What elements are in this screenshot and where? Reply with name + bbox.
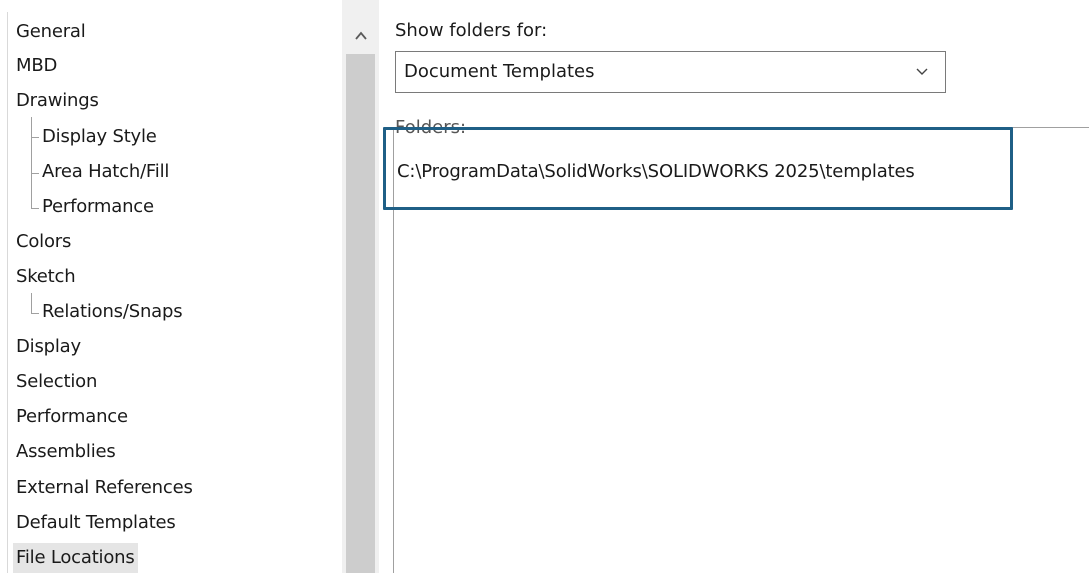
tree-item-relations-snaps[interactable]: Relations/Snaps — [42, 297, 183, 327]
tree-item-display-style[interactable]: Display Style — [42, 122, 157, 152]
tree-connector — [31, 137, 39, 138]
chevron-up-icon — [354, 31, 367, 40]
show-folders-label: Show folders for: — [395, 20, 548, 41]
tree-item-area-hatch-fill[interactable]: Area Hatch/Fill — [42, 157, 169, 187]
tree-item-display[interactable]: Display — [16, 332, 81, 362]
tree-item-sketch[interactable]: Sketch — [16, 262, 76, 292]
tree-item-drawings[interactable]: Drawings — [16, 86, 99, 116]
tree-scrollbar[interactable] — [342, 0, 379, 573]
tree-item-colors[interactable]: Colors — [16, 227, 71, 257]
folder-path-row[interactable]: C:\ProgramData\SolidWorks\SOLIDWORKS 202… — [397, 157, 915, 187]
tree-item-file-locations[interactable]: File Locations — [13, 543, 138, 573]
tree-item-performance[interactable]: Performance — [16, 402, 128, 432]
tree-item-drawings-performance[interactable]: Performance — [42, 192, 154, 222]
tree-connector — [31, 208, 39, 209]
file-locations-panel: Show folders for: Document Templates Fol… — [379, 0, 1089, 573]
show-folders-dropdown[interactable]: Document Templates — [395, 51, 946, 93]
chevron-down-icon — [916, 68, 928, 75]
options-tree: General MBD Drawings Display Style Area … — [0, 0, 342, 573]
tree-connector — [31, 173, 39, 174]
tree-item-assemblies[interactable]: Assemblies — [16, 437, 116, 467]
scroll-up-button[interactable] — [342, 18, 379, 54]
tree-connector — [31, 117, 32, 209]
tree-item-mbd[interactable]: MBD — [16, 51, 57, 81]
dropdown-selected-value: Document Templates — [404, 61, 595, 82]
scroll-thumb[interactable] — [346, 54, 375, 573]
tree-border — [7, 12, 8, 573]
tree-item-general[interactable]: General — [16, 17, 86, 47]
tree-item-external-references[interactable]: External References — [16, 473, 193, 503]
tree-connector — [31, 313, 39, 314]
tree-item-default-templates[interactable]: Default Templates — [16, 508, 176, 538]
tree-item-selection[interactable]: Selection — [16, 367, 97, 397]
tree-connector — [31, 293, 32, 313]
